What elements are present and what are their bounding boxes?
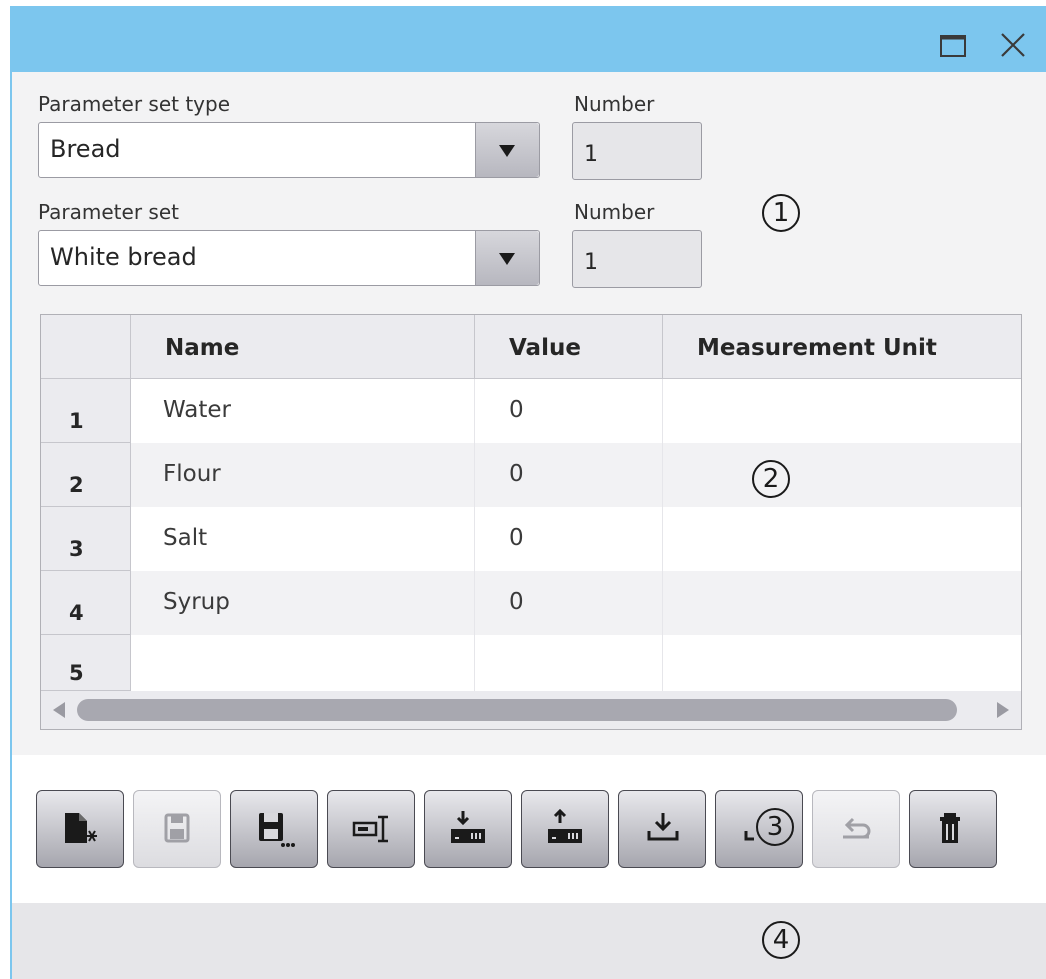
unit-cell[interactable] [663,507,1021,571]
callout-3: 3 [756,808,794,846]
name-cell[interactable]: Water [131,379,475,443]
table-row[interactable]: 4 Syrup 0 [41,571,1021,635]
parameter-set-number-value: 1 [584,250,598,275]
dropdown-arrow-icon [499,253,515,265]
save-icon [164,813,190,843]
row-number: 2 [41,443,131,507]
parameter-set-label: Parameter set [38,200,179,224]
scroll-right-icon[interactable] [997,702,1009,718]
new-file-icon [65,813,97,843]
column-header-value[interactable]: Value [475,315,663,379]
undo-button[interactable] [812,790,900,868]
row-number: 1 [41,379,131,443]
rename-button[interactable] [327,790,415,868]
value-cell[interactable]: 0 [475,571,663,635]
scrollbar-thumb[interactable] [77,699,957,721]
parameter-set-combobox[interactable]: White bread [38,230,540,286]
undo-icon [843,817,871,839]
name-cell[interactable]: Syrup [131,571,475,635]
horizontal-scrollbar[interactable] [41,691,1021,729]
unit-cell[interactable] [663,443,1021,507]
parameter-set-type-number-field[interactable]: 1 [572,122,702,180]
name-cell[interactable]: Salt [131,507,475,571]
column-header-name[interactable]: Name [131,315,475,379]
table-row[interactable]: 1 Water 0 [41,379,1021,443]
read-from-plc-icon [451,811,485,843]
row-number: 4 [41,571,131,635]
parameter-set-number-label: Number [574,200,655,224]
recipe-view-window: Parameter set type Bread Number 1 Parame… [0,0,1046,979]
table-row[interactable]: 5 [41,635,1021,691]
import-icon [647,813,679,841]
row-number: 5 [41,635,131,691]
callout-1: 1 [762,194,800,232]
parameter-table: Name Value Measurement Unit 1 Water 0 2 … [40,314,1022,730]
table-row[interactable]: 2 Flour 0 [41,443,1021,507]
import-button[interactable] [618,790,706,868]
title-bar [12,6,1046,72]
row-number: 3 [41,507,131,571]
delete-button[interactable] [909,790,997,868]
parameter-set-dropdown-button[interactable] [475,231,539,285]
scroll-left-icon[interactable] [53,702,65,718]
value-cell[interactable]: 0 [475,443,663,507]
parameter-set-number-field[interactable]: 1 [572,230,702,288]
unit-cell[interactable] [663,635,1021,691]
value-cell[interactable]: 0 [475,379,663,443]
column-header-measurement-unit[interactable]: Measurement Unit [663,315,1021,379]
save-as-icon [259,813,295,847]
save-button[interactable] [133,790,221,868]
parameter-set-value: White bread [50,243,197,271]
parameter-set-type-dropdown-button[interactable] [475,123,539,177]
callout-2: 2 [752,460,790,498]
callout-4: 4 [762,921,800,959]
table-corner-header [41,315,131,379]
write-to-plc-button[interactable] [521,790,609,868]
status-bar [12,903,1046,979]
parameter-set-type-combobox[interactable]: Bread [38,122,540,178]
window-left-margin [0,0,10,979]
close-icon[interactable] [996,28,1030,62]
dropdown-arrow-icon [499,145,515,157]
value-cell[interactable]: 0 [475,507,663,571]
parameter-set-type-label: Parameter set type [38,92,231,116]
delete-icon [940,813,960,843]
rename-icon [352,815,388,843]
new-file-button[interactable] [36,790,124,868]
name-cell[interactable]: Flour [131,443,475,507]
save-as-button[interactable] [230,790,318,868]
read-from-plc-button[interactable] [424,790,512,868]
unit-cell[interactable] [663,571,1021,635]
value-cell[interactable] [475,635,663,691]
name-cell[interactable] [131,635,475,691]
parameter-set-type-number-value: 1 [584,142,598,167]
parameter-set-type-number-label: Number [574,92,655,116]
unit-cell[interactable] [663,379,1021,443]
parameter-set-type-value: Bread [50,135,121,163]
write-to-plc-icon [548,809,582,843]
maximize-icon[interactable] [936,28,970,62]
table-row[interactable]: 3 Salt 0 [41,507,1021,571]
